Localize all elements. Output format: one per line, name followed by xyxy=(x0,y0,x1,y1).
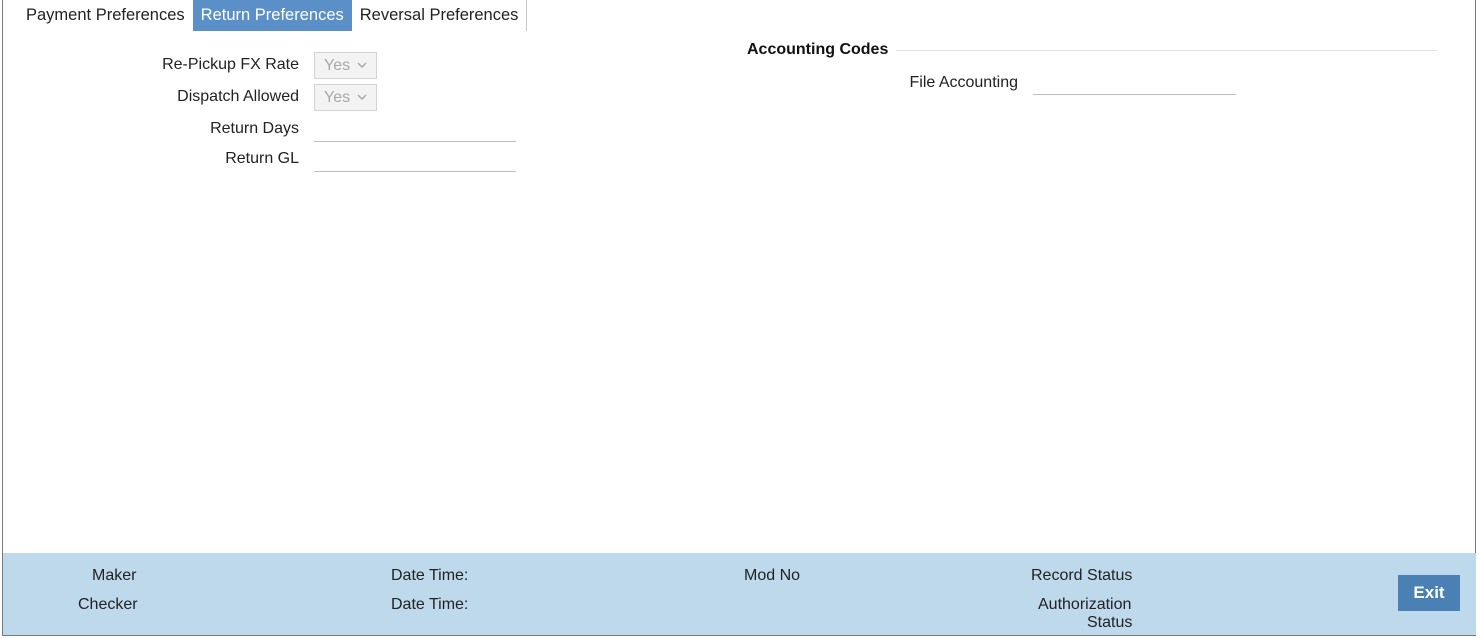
authorization-status-label-line2: Status xyxy=(1087,614,1133,631)
chevron-down-icon xyxy=(357,62,367,69)
checker-label: Checker xyxy=(78,596,138,613)
repickup-fx-rate-select[interactable]: Yes xyxy=(314,52,377,79)
accounting-codes-title: Accounting Codes xyxy=(747,41,889,58)
tab-bar: Payment Preferences Return Preferences R… xyxy=(18,0,528,31)
exit-button[interactable]: Exit xyxy=(1398,575,1460,611)
section-divider xyxy=(896,50,1437,51)
repickup-fx-rate-label: Re-Pickup FX Rate xyxy=(162,56,299,73)
record-status-label: Record Status xyxy=(1031,567,1133,584)
tab-payment-preferences[interactable]: Payment Preferences xyxy=(18,0,193,31)
return-gl-input[interactable] xyxy=(314,148,516,172)
maker-label: Maker xyxy=(92,567,137,584)
return-days-label: Return Days xyxy=(210,120,299,137)
tab-reversal-preferences[interactable]: Reversal Preferences xyxy=(352,0,527,31)
audit-footer: Maker Checker Date Time: Date Time: Mod … xyxy=(3,553,1476,635)
repickup-fx-rate-value: Yes xyxy=(324,56,351,74)
return-days-input[interactable] xyxy=(314,118,516,142)
file-accounting-label: File Accounting xyxy=(909,74,1018,91)
tab-divider xyxy=(526,0,528,31)
authorization-status-label-line1: Authorization xyxy=(1038,596,1132,613)
dispatch-allowed-select[interactable]: Yes xyxy=(314,84,377,111)
chevron-down-icon xyxy=(357,94,367,101)
mod-no-label: Mod No xyxy=(744,567,801,584)
tab-return-preferences[interactable]: Return Preferences xyxy=(192,0,352,31)
checker-date-time-label: Date Time: xyxy=(391,596,469,613)
dispatch-allowed-label: Dispatch Allowed xyxy=(177,88,299,105)
maker-date-time-label: Date Time: xyxy=(391,567,469,584)
dispatch-allowed-value: Yes xyxy=(324,88,351,106)
file-accounting-input[interactable] xyxy=(1033,71,1236,95)
return-gl-label: Return GL xyxy=(225,150,299,167)
